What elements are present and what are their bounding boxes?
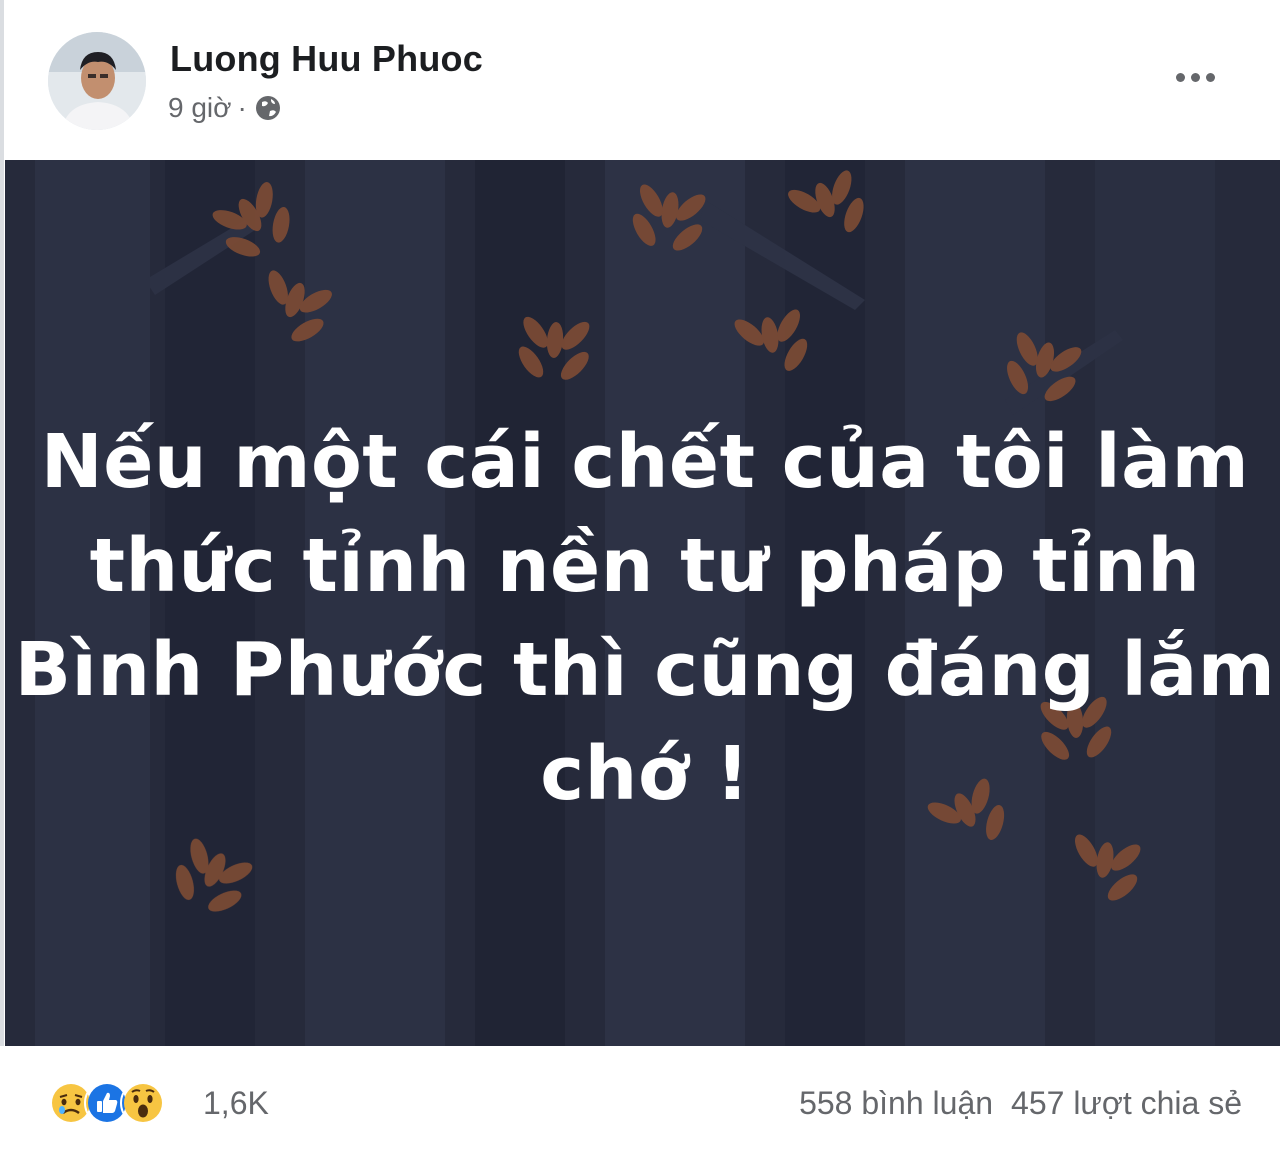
post-meta: 9 giờ ·	[168, 92, 283, 124]
more-options-icon[interactable]	[1170, 60, 1220, 94]
post-image[interactable]: Nếu một cái chết của tôi làm thức tỉnh n…	[5, 160, 1280, 1046]
reaction-icons[interactable]	[48, 1080, 166, 1126]
post-stats: 558 bình luận 457 lượt chia sẻ	[799, 1085, 1242, 1122]
comments-count[interactable]: 558 bình luận	[799, 1085, 993, 1122]
wow-reaction-icon	[120, 1080, 166, 1126]
author-name[interactable]: Luong Huu Phuoc	[170, 38, 483, 80]
post-header: Luong Huu Phuoc 9 giờ ·	[0, 0, 1280, 160]
caption-line: thức tỉnh nền tư pháp tỉnh	[89, 523, 1201, 609]
post-card: Luong Huu Phuoc 9 giờ · Nếu một cái chết…	[0, 0, 1280, 1157]
caption-line: Bình Phước thì cũng đáng lắm	[14, 627, 1276, 713]
caption-line: chớ !	[540, 731, 750, 817]
meta-separator: ·	[237, 92, 247, 123]
shares-count[interactable]: 457 lượt chia sẻ	[1011, 1085, 1242, 1122]
post-time[interactable]: 9 giờ	[168, 92, 232, 124]
caption-line: Nếu một cái chết của tôi làm	[40, 419, 1250, 505]
globe-icon	[253, 93, 283, 123]
reaction-count[interactable]: 1,6K	[203, 1085, 269, 1122]
avatar[interactable]	[48, 32, 146, 130]
post-caption: Nếu một cái chết của tôi làm thức tỉnh n…	[5, 410, 1280, 826]
